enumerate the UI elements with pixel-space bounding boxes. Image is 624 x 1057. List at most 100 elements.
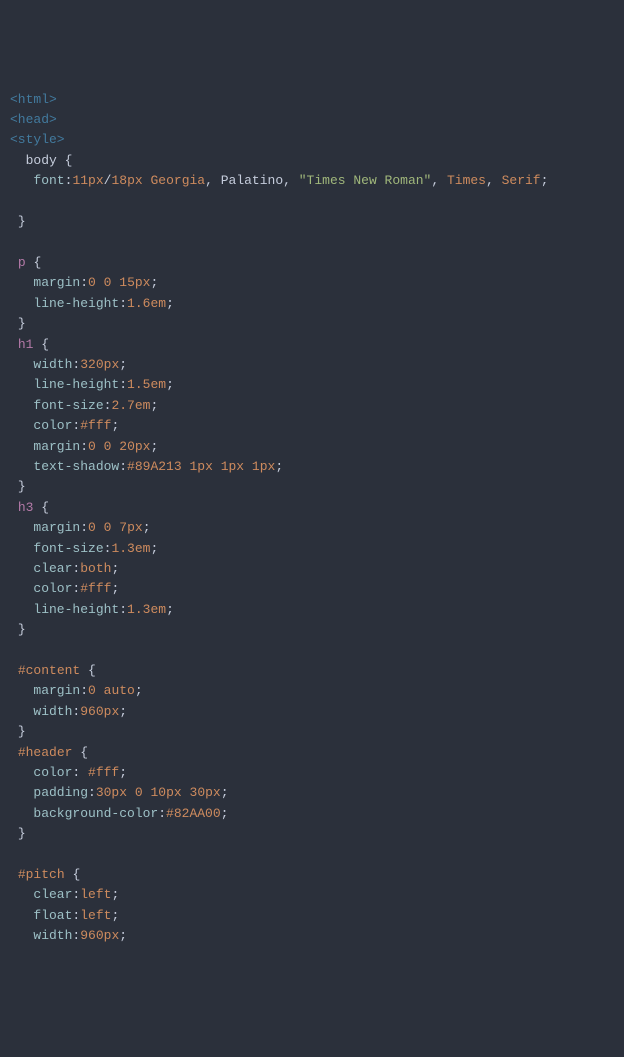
code-token: color (33, 581, 72, 596)
code-token: 1px (252, 459, 275, 474)
code-token: 0 (88, 275, 96, 290)
code-line: line-height:1.5em; (10, 375, 614, 395)
code-token: ; (166, 602, 174, 617)
code-token: both (80, 561, 111, 576)
code-block: <html><head><style> body { font:11px/18p… (10, 90, 614, 947)
code-line: font:11px/18px Georgia, Palatino, "Times… (10, 171, 614, 191)
code-token: ; (111, 561, 119, 576)
code-line: #pitch { (10, 865, 614, 885)
code-token: ; (119, 928, 127, 943)
code-token: 0 (88, 683, 96, 698)
code-token: : (88, 785, 96, 800)
code-token (10, 745, 18, 760)
code-line: line-height:1.6em; (10, 294, 614, 314)
code-token (10, 357, 33, 372)
code-token: 1.6em (127, 296, 166, 311)
code-token: font (33, 173, 64, 188)
code-token: line-height (33, 602, 119, 617)
code-line: } (10, 722, 614, 742)
code-line: margin:0 auto; (10, 681, 614, 701)
code-token: } (18, 479, 26, 494)
code-token: 30px (190, 785, 221, 800)
code-token: margin (33, 439, 80, 454)
code-line: <style> (10, 130, 614, 150)
code-token: auto (104, 683, 135, 698)
code-token: 0 (88, 439, 96, 454)
code-token: 7px (119, 520, 142, 535)
code-token (10, 683, 33, 698)
code-line: body { (10, 151, 614, 171)
code-token: } (18, 316, 26, 331)
code-token (10, 561, 33, 576)
code-token: padding (33, 785, 88, 800)
code-line: } (10, 824, 614, 844)
code-line (10, 641, 614, 661)
code-token (10, 337, 18, 352)
code-line: h3 { (10, 498, 614, 518)
code-token (10, 173, 33, 188)
code-token: ; (151, 439, 159, 454)
code-token: { (41, 337, 49, 352)
code-token: : (119, 459, 127, 474)
code-token: ; (541, 173, 549, 188)
code-token: : (72, 765, 88, 780)
code-token: #pitch (18, 867, 65, 882)
code-token: width (33, 357, 72, 372)
code-token: ; (111, 418, 119, 433)
code-token (10, 418, 33, 433)
code-token (10, 826, 18, 841)
code-token: : (72, 928, 80, 943)
code-line: #content { (10, 661, 614, 681)
code-token: ; (166, 296, 174, 311)
code-token (10, 214, 18, 229)
code-token: : (80, 439, 88, 454)
code-token (10, 541, 33, 556)
code-token: } (18, 622, 26, 637)
code-token (10, 602, 33, 617)
code-token: , (431, 173, 447, 188)
code-token: ; (166, 377, 174, 392)
code-line: margin:0 0 7px; (10, 518, 614, 538)
code-token: 18px (111, 173, 142, 188)
code-token (10, 398, 33, 413)
code-token: width (33, 704, 72, 719)
code-token: ; (221, 806, 229, 821)
code-token: : (119, 602, 127, 617)
code-token (10, 377, 33, 392)
code-token: <head> (10, 112, 57, 127)
code-token: Georgia (151, 173, 206, 188)
code-token: : (80, 683, 88, 698)
code-token: #fff (80, 581, 111, 596)
code-token (10, 867, 18, 882)
code-token (10, 459, 33, 474)
code-token: 1px (221, 459, 244, 474)
code-token: float (33, 908, 72, 923)
code-token (213, 459, 221, 474)
code-token: Times (447, 173, 486, 188)
code-token (10, 520, 33, 535)
code-line: #header { (10, 743, 614, 763)
code-token: background-color (33, 806, 158, 821)
code-line: h1 { (10, 335, 614, 355)
code-token: : (80, 520, 88, 535)
code-token: 20px (119, 439, 150, 454)
code-token: : (72, 908, 80, 923)
code-token: ; (221, 785, 229, 800)
code-token (143, 173, 151, 188)
code-token: left (80, 908, 111, 923)
code-token (10, 765, 33, 780)
code-token (10, 439, 33, 454)
code-line: margin:0 0 20px; (10, 437, 614, 457)
code-line: color:#fff; (10, 579, 614, 599)
code-token: { (72, 867, 80, 882)
code-token: 1.3em (127, 602, 166, 617)
code-token: #fff (80, 418, 111, 433)
code-token: ; (111, 908, 119, 923)
code-token: #content (18, 663, 80, 678)
code-token (182, 785, 190, 800)
code-token: clear (33, 887, 72, 902)
code-line: width:320px; (10, 355, 614, 375)
code-token: ; (111, 887, 119, 902)
code-line: font-size:1.3em; (10, 539, 614, 559)
code-line (10, 192, 614, 212)
